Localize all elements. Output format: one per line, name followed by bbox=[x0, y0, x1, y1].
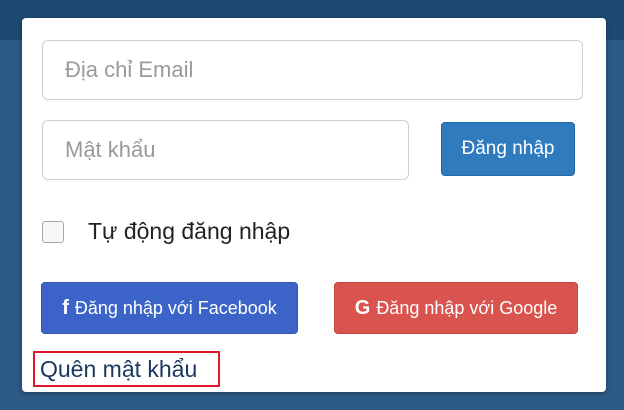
remember-me-row[interactable]: Tự động đăng nhập bbox=[42, 218, 290, 245]
google-login-label: Đăng nhập với Google bbox=[376, 297, 558, 318]
facebook-login-button[interactable]: f Đăng nhập với Facebook bbox=[41, 282, 298, 334]
forgot-password-link[interactable]: Quên mật khẩu bbox=[33, 351, 220, 387]
login-panel: Đăng nhập Tự động đăng nhập f Đăng nhập … bbox=[22, 18, 606, 392]
facebook-login-label: Đăng nhập với Facebook bbox=[74, 297, 277, 318]
google-icon: G bbox=[354, 296, 371, 319]
email-input[interactable] bbox=[42, 40, 583, 100]
facebook-icon: f bbox=[62, 296, 69, 319]
login-button[interactable]: Đăng nhập bbox=[441, 122, 575, 176]
remember-me-checkbox[interactable] bbox=[42, 220, 64, 243]
google-login-button[interactable]: G Đăng nhập với Google bbox=[334, 282, 578, 334]
password-input[interactable] bbox=[42, 120, 409, 180]
remember-me-label: Tự động đăng nhập bbox=[88, 218, 291, 244]
